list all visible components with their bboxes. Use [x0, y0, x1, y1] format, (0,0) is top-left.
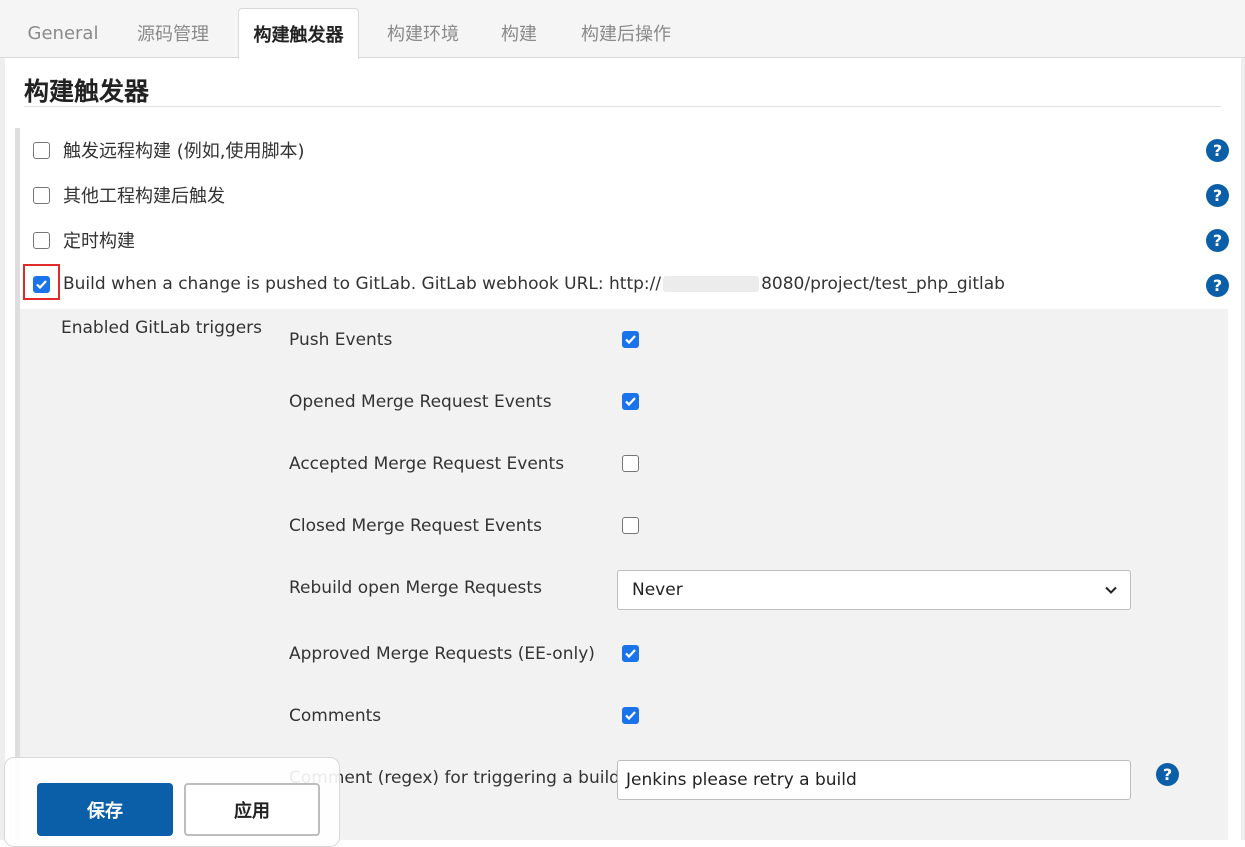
gitlab-triggers-label: Enabled GitLab triggers — [61, 318, 263, 338]
left-edge — [0, 58, 5, 840]
option-closed-mr-checkbox[interactable] — [622, 517, 639, 534]
question-circle-icon[interactable]: ? — [1206, 184, 1229, 207]
tab-source-control[interactable]: 源码管理 — [120, 8, 226, 58]
section-title: 构建触发器 — [24, 77, 150, 106]
option-opened-mr-label: Opened Merge Request Events — [289, 392, 552, 412]
redacted-host — [663, 276, 760, 292]
option-closed-mr-label: Closed Merge Request Events — [289, 516, 542, 536]
tab-build[interactable]: 构建 — [488, 8, 550, 58]
tab-post-build[interactable]: 构建后操作 — [564, 8, 688, 58]
webhook-url-prefix: Build when a change is pushed to GitLab.… — [63, 274, 662, 294]
trigger-after-other-projects-checkbox[interactable] — [33, 186, 50, 204]
option-approved-mr-checkbox[interactable] — [622, 645, 639, 662]
option-rebuild-mr-label: Rebuild open Merge Requests — [289, 578, 542, 598]
tab-label: 源码管理 — [137, 24, 209, 45]
tab-label: 构建后操作 — [581, 24, 671, 45]
trigger-gitlab-push: Build when a change is pushed to GitLab.… — [33, 271, 1005, 297]
right-edge — [1241, 58, 1245, 840]
webhook-url-suffix: 8080/project/test_php_gitlab — [761, 274, 1005, 294]
highlight-box — [23, 264, 60, 300]
divider — [24, 106, 1221, 107]
option-accepted-mr-label: Accepted Merge Request Events — [289, 454, 565, 474]
question-circle-icon[interactable]: ? — [1206, 229, 1229, 252]
question-circle-icon[interactable]: ? — [1156, 763, 1179, 786]
trigger-remote-build-checkbox[interactable] — [33, 141, 50, 159]
comment-regex-input[interactable]: Jenkins please retry a build — [617, 760, 1131, 800]
save-button[interactable]: 保存 — [37, 783, 173, 836]
trigger-gitlab-push-label: Build when a change is pushed to GitLab.… — [63, 274, 1005, 294]
trigger-remote-build-label: 触发远程构建 (例如,使用脚本) — [63, 141, 305, 162]
tab-general[interactable]: General — [17, 8, 109, 58]
option-push-events-label: Push Events — [289, 330, 393, 350]
option-push-events-checkbox[interactable] — [622, 331, 639, 348]
trigger-remote-build: 触发远程构建 (例如,使用脚本) — [33, 137, 305, 163]
option-opened-mr-checkbox[interactable] — [622, 393, 639, 410]
tab-label: General — [27, 22, 99, 44]
option-approved-mr-label: Approved Merge Requests (EE-only) — [289, 644, 595, 664]
tab-build-triggers[interactable]: 构建触发器 — [238, 8, 359, 59]
tab-label: 构建触发器 — [253, 25, 344, 46]
trigger-after-other-projects: 其他工程构建后触发 — [33, 182, 225, 208]
option-comments-label: Comments — [289, 706, 382, 726]
question-circle-icon[interactable]: ? — [1206, 274, 1229, 297]
trigger-periodic: 定时构建 — [33, 227, 135, 253]
apply-button[interactable]: 应用 — [184, 783, 320, 836]
trigger-periodic-label: 定时构建 — [63, 231, 135, 252]
trigger-after-other-projects-label: 其他工程构建后触发 — [63, 186, 225, 207]
trigger-periodic-checkbox[interactable] — [33, 231, 50, 249]
rebuild-mr-select[interactable]: Never — [617, 570, 1131, 610]
tab-build-environment[interactable]: 构建环境 — [370, 8, 476, 58]
tab-label: 构建 — [501, 24, 537, 45]
chevron-down-icon — [1105, 586, 1117, 594]
question-circle-icon[interactable]: ? — [1206, 139, 1229, 162]
tab-bar: General 源码管理 构建触发器 构建环境 构建 构建后操作 — [0, 0, 1245, 59]
option-accepted-mr-checkbox[interactable] — [622, 455, 639, 472]
option-comments-checkbox[interactable] — [622, 707, 639, 724]
rebuild-mr-select-value: Never — [632, 580, 683, 600]
comment-regex-input-value: Jenkins please retry a build — [626, 770, 857, 790]
tab-label: 构建环境 — [387, 24, 459, 45]
